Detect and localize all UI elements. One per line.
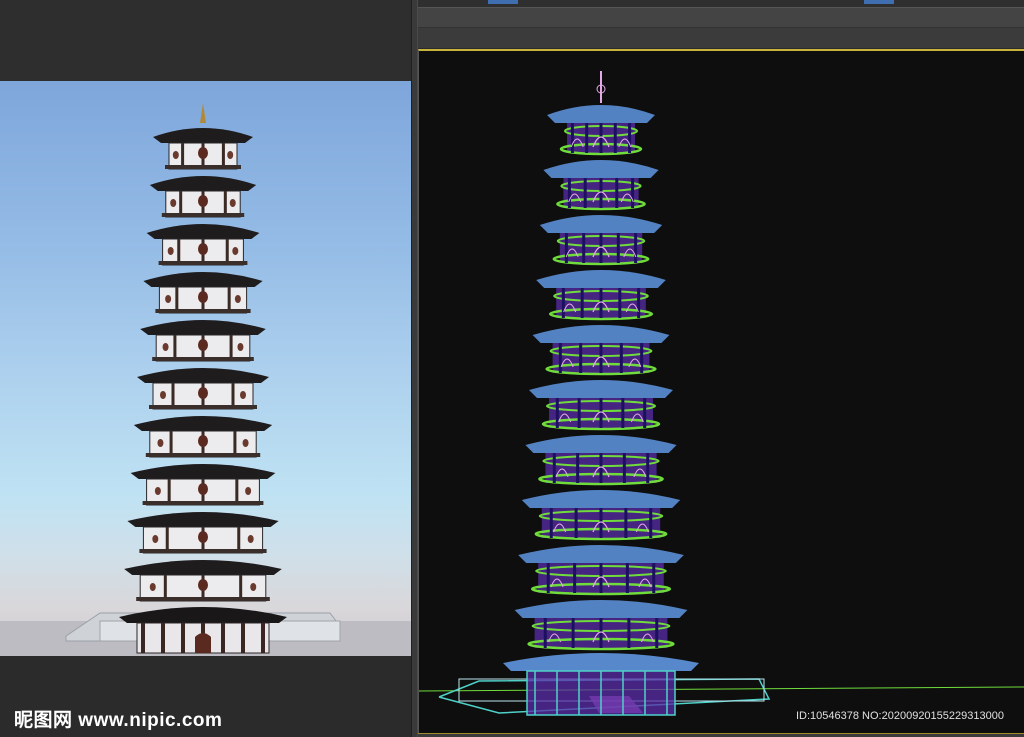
toolbar-tab-indicator[interactable]: [488, 0, 518, 4]
watermark-id: ID:10546378 NO:20200920155229313000: [796, 710, 1004, 722]
perspective-viewport[interactable]: [418, 49, 1024, 737]
render-frame-window: [0, 81, 411, 656]
panel-splitter[interactable]: [411, 0, 418, 737]
viewport-label-bar: [418, 27, 1024, 48]
viewport-bottom-bar: [418, 733, 1024, 737]
pagoda-wireframe-model: [419, 71, 1024, 716]
watermark-logo: 昵图网 www.nipic.com: [14, 705, 222, 732]
app-window: 昵图网 www.nipic.com ID:10546378 NO:2020092…: [0, 0, 1024, 737]
toolbar-tab-indicator-2[interactable]: [864, 0, 894, 4]
viewport-toolbar: [418, 0, 1024, 48]
pagoda-render-image: [0, 103, 411, 656]
render-window-top-panel: [0, 0, 411, 81]
watermark-logo-text: 昵图网: [14, 710, 73, 731]
watermark-url: www.nipic.com: [78, 710, 223, 731]
